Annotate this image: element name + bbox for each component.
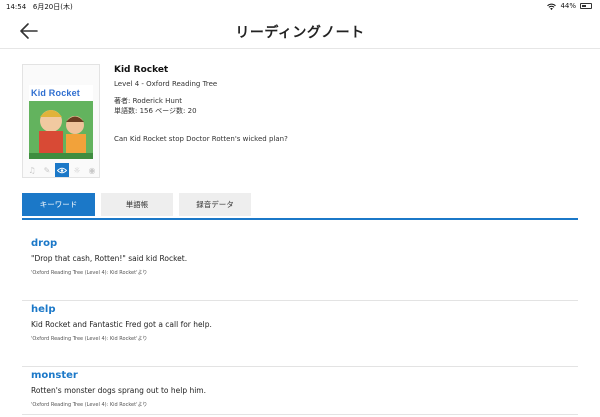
keyword-word[interactable]: help — [31, 304, 56, 315]
tab-bar: キーワード 単語帳 録音データ — [22, 193, 578, 220]
book-card: Kid Rocket ♫ ✎ ☼ ◉ — [22, 64, 100, 178]
keyword-source: 'Oxford Reading Tree (Level 4): Kid Rock… — [31, 402, 148, 408]
headphones-icon[interactable]: ♫ — [25, 163, 39, 177]
keyword-source: 'Oxford Reading Tree (Level 4): Kid Rock… — [31, 270, 148, 276]
page-title: リーディングノート — [235, 25, 365, 41]
status-date: 6月20日(木) — [32, 3, 73, 11]
speaker-icon[interactable]: ☼ — [70, 163, 84, 177]
book-cover[interactable]: Kid Rocket — [29, 85, 93, 159]
microphone-icon[interactable]: ◉ — [85, 163, 99, 177]
book-title: Kid Rocket — [114, 65, 169, 75]
keyword-entry[interactable]: help Kid Rocket and Fantastic Fred got a… — [22, 304, 578, 367]
battery-icon — [580, 3, 592, 9]
book-stats: 単語数: 156 ページ数: 20 — [114, 107, 197, 115]
keyword-source: 'Oxford Reading Tree (Level 4): Kid Rock… — [31, 336, 148, 342]
book-level: Level 4 - Oxford Reading Tree — [114, 80, 218, 88]
pencil-icon[interactable]: ✎ — [40, 163, 54, 177]
card-icon-row: ♫ ✎ ☼ ◉ — [23, 163, 101, 177]
status-time: 14:54 — [6, 3, 27, 11]
keyword-sentence: Kid Rocket and Fantastic Fred got a call… — [31, 320, 212, 329]
battery-fill — [582, 5, 586, 7]
status-left: 14:54 6月20日(木) — [6, 2, 73, 12]
keyword-word[interactable]: drop — [31, 238, 57, 249]
cover-title: Kid Rocket — [31, 88, 81, 98]
wifi-icon — [547, 3, 557, 10]
battery-percent: 44% — [560, 2, 576, 10]
tab-vocabulary[interactable]: 単語帳 — [101, 193, 173, 216]
status-right: 44% — [547, 2, 592, 10]
status-bar: 14:54 6月20日(木) 44% — [0, 0, 600, 14]
nav-bar: リーディングノート — [0, 14, 600, 49]
tab-recordings[interactable]: 録音データ — [179, 193, 251, 216]
book-description: Can Kid Rocket stop Doctor Rotten's wick… — [114, 135, 288, 143]
keyword-entry[interactable]: monster Rotten's monster dogs sprang out… — [22, 370, 578, 415]
eye-icon[interactable] — [55, 163, 69, 177]
book-author: 著者: Roderick Hunt — [114, 97, 182, 105]
tab-keywords[interactable]: キーワード — [22, 193, 95, 216]
eye-icon-glyph — [57, 167, 67, 173]
keyword-sentence: Rotten's monster dogs sprang out to help… — [31, 386, 206, 395]
keyword-entry[interactable]: drop "Drop that cash, Rotten!" said kid … — [22, 238, 578, 301]
keyword-sentence: "Drop that cash, Rotten!" said kid Rocke… — [31, 254, 188, 263]
keyword-word[interactable]: monster — [31, 370, 78, 381]
